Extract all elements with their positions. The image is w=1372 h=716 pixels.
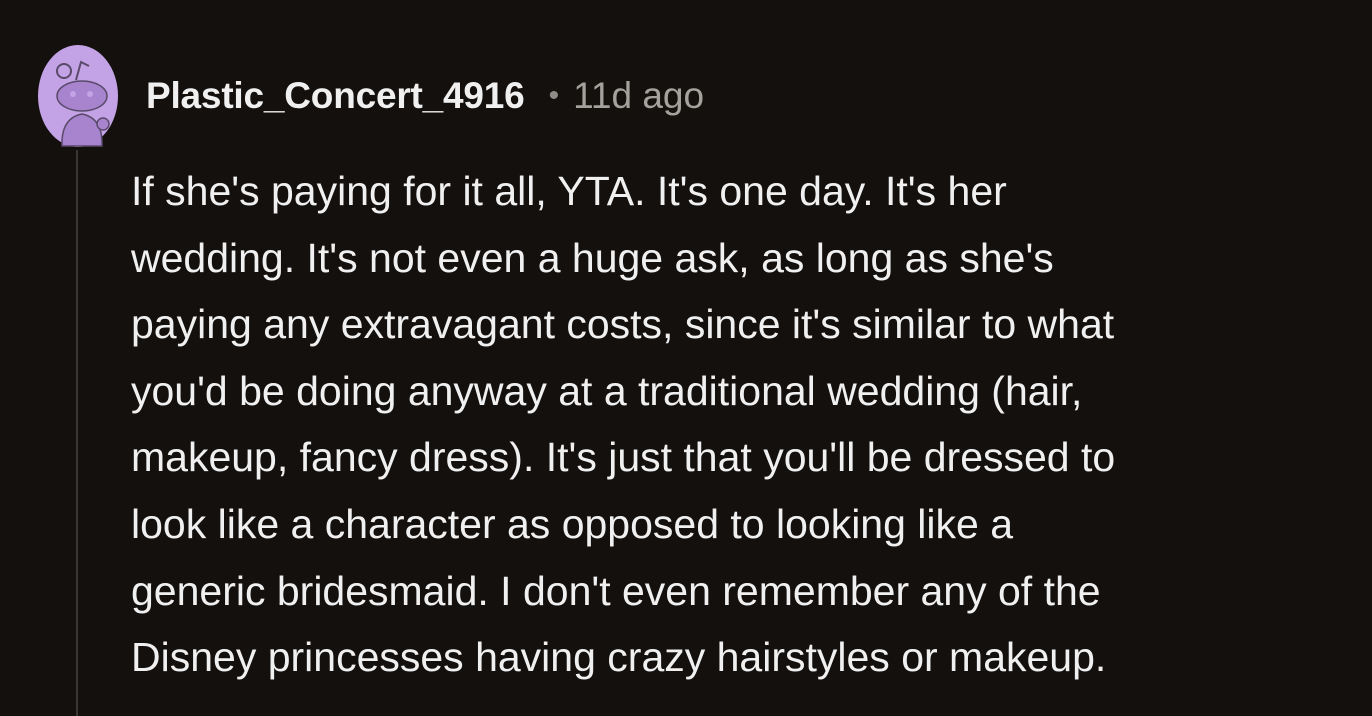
comment-body-line: you'd be doing anyway at a traditional w… [131, 367, 1083, 414]
thread-line[interactable] [76, 150, 78, 716]
user-avatar[interactable] [37, 44, 119, 148]
comment-body-line: paying any extravagant costs, since it's… [131, 301, 1115, 348]
meta-separator: • [548, 79, 560, 112]
username-link[interactable]: Plastic_Concert_4916 [146, 75, 525, 117]
comment: Plastic_Concert_4916 • 11d ago If she's … [0, 0, 1372, 716]
comment-body: If she's paying for it all, YTA. It's on… [131, 158, 1331, 691]
comment-body-line: look like a character as opposed to look… [131, 500, 1014, 547]
comment-timestamp: 11d ago [573, 75, 705, 116]
comment-body-line: Disney princesses having crazy hairstyle… [131, 634, 1107, 681]
reddit-snoo-avatar-icon [38, 45, 118, 147]
comment-body-line: If she's paying for it all, YTA. It's on… [131, 168, 1007, 214]
comment-body-line: makeup, fancy dress). It's just that you… [131, 434, 1116, 481]
comment-body-line: wedding. It's not even a huge ask, as lo… [131, 234, 1054, 281]
comment-header: Plastic_Concert_4916 • 11d ago [146, 74, 704, 118]
comment-body-line: generic bridesmaid. I don't even remembe… [131, 567, 1101, 614]
